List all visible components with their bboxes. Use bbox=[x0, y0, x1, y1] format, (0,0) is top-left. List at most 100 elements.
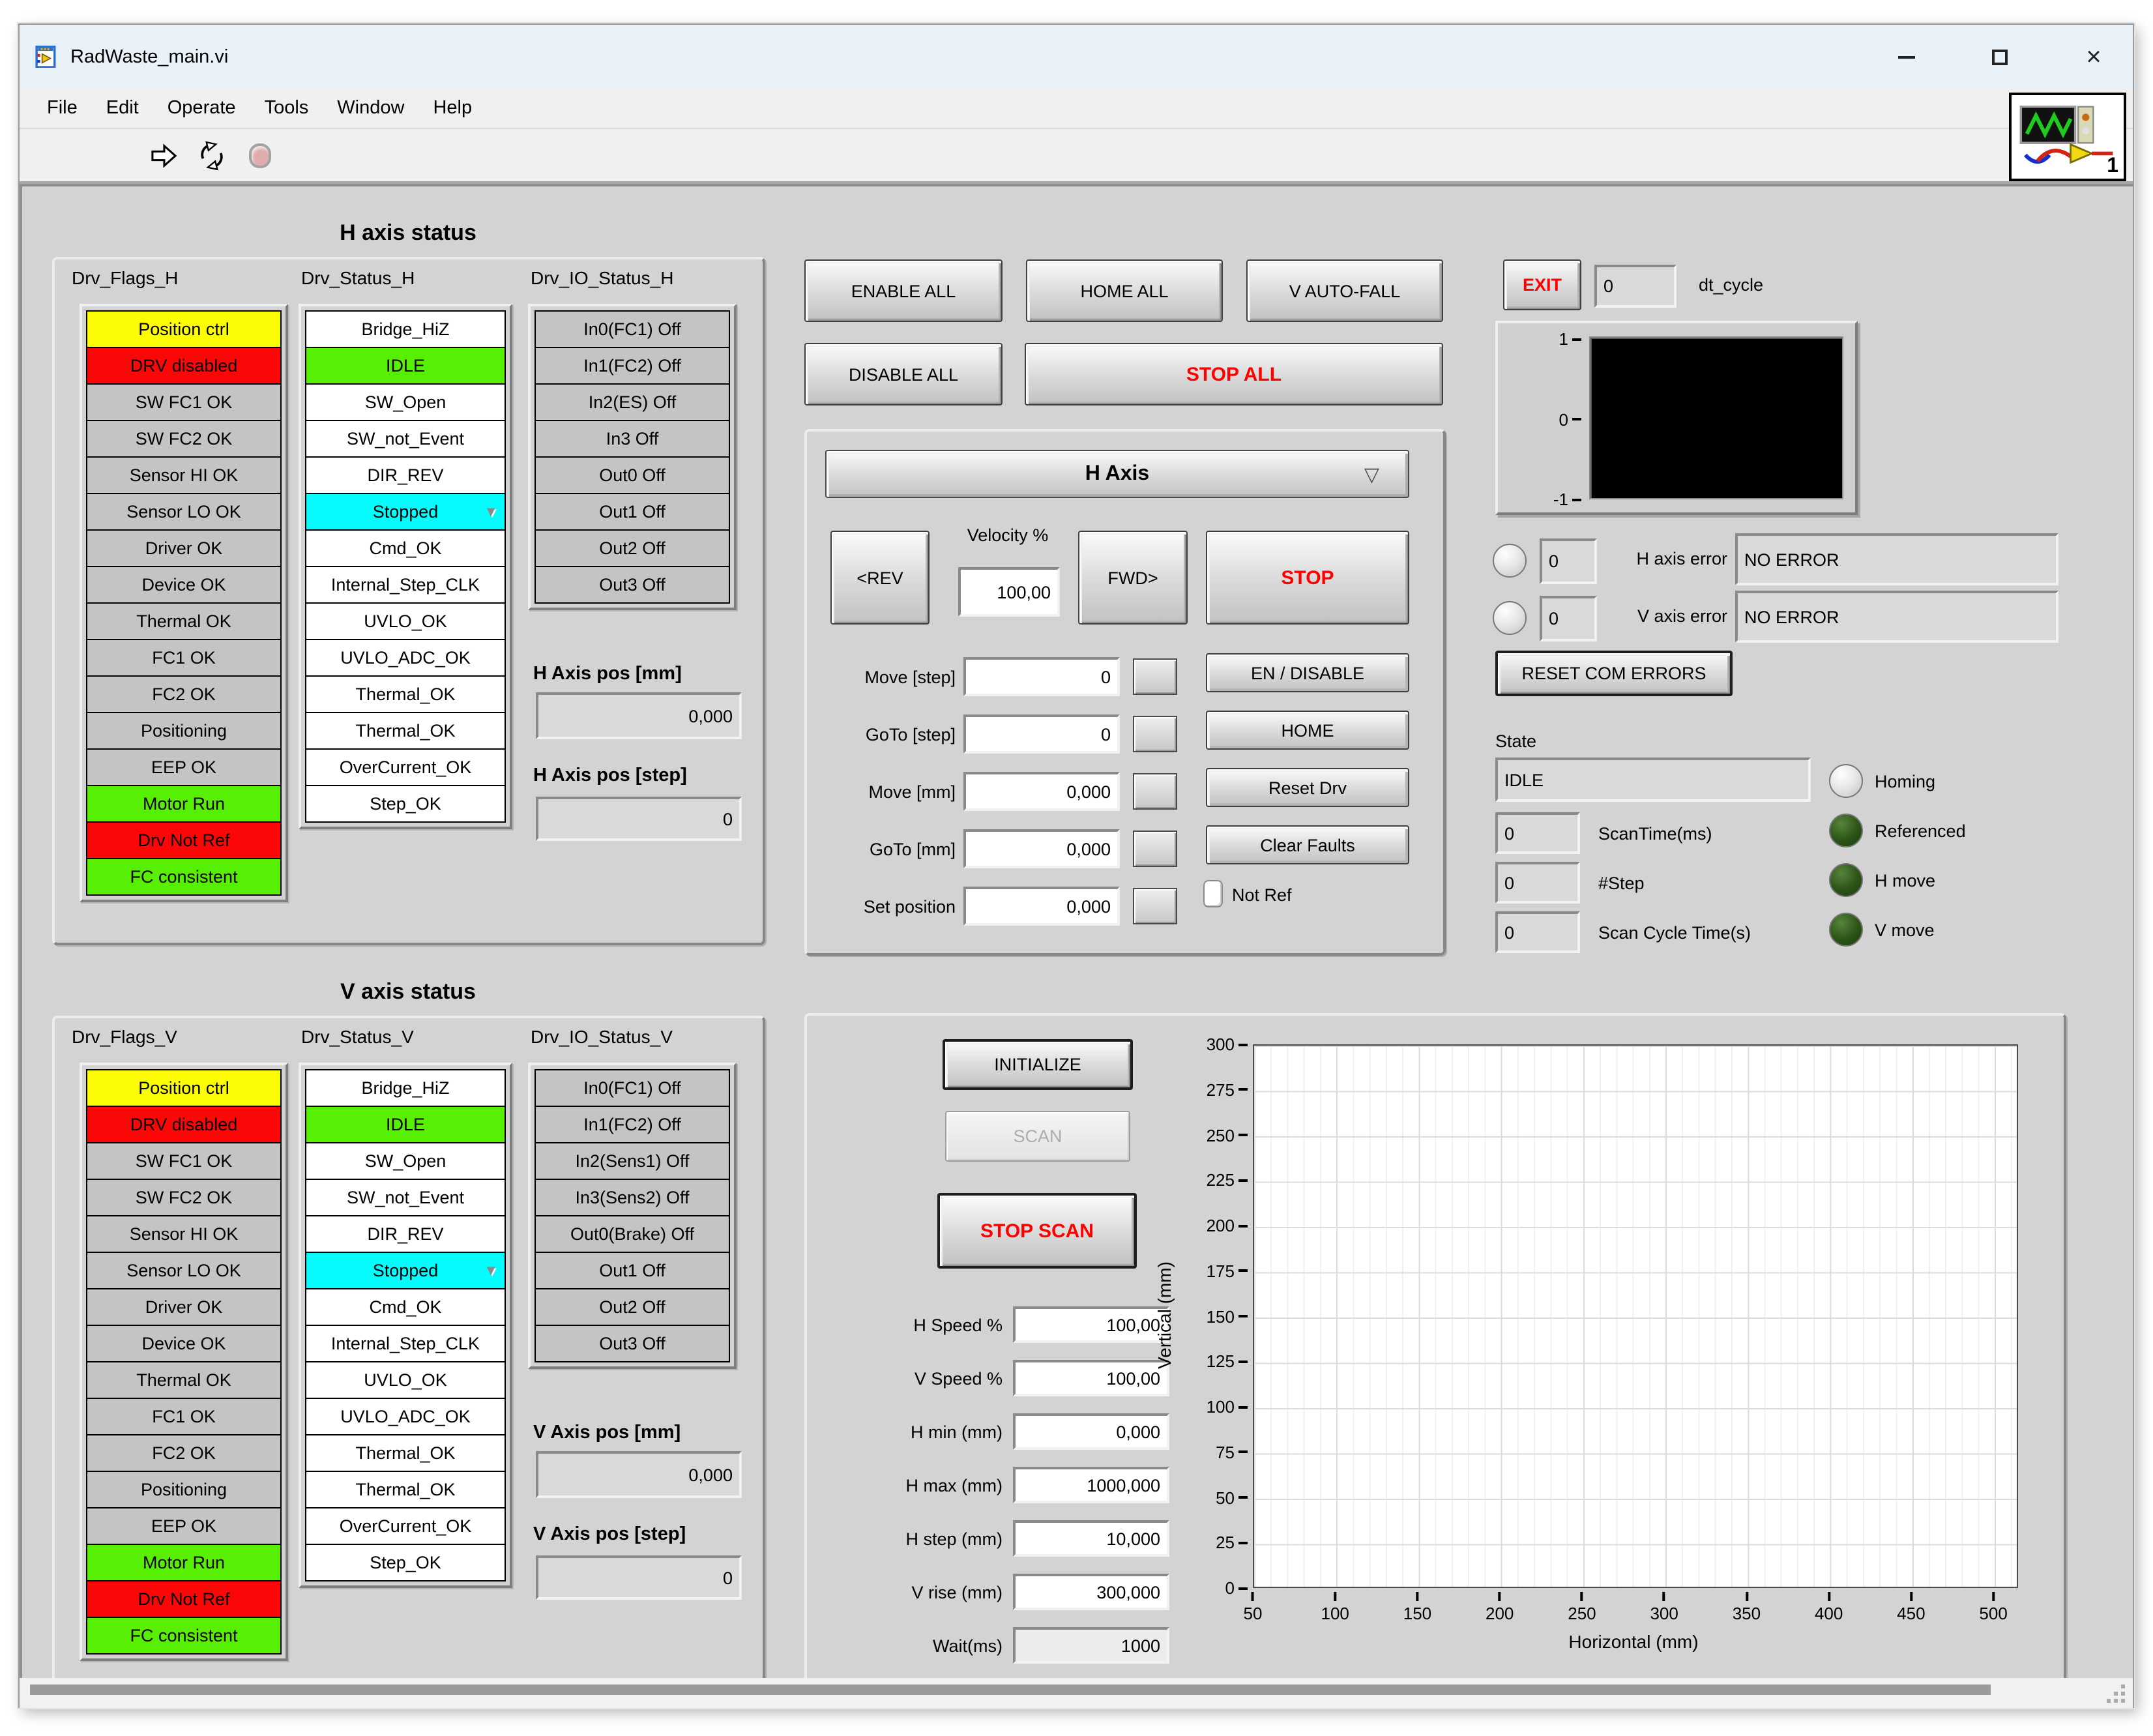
axis-action-buttons: EN / DISABLE HOME Reset Drv Clear Faults bbox=[1206, 653, 1409, 883]
run-continuously-button[interactable] bbox=[196, 141, 228, 171]
apply-button[interactable] bbox=[1133, 658, 1177, 695]
move-row-label: GoTo [step] bbox=[865, 724, 956, 744]
param-row: V Speed % 100,00 bbox=[810, 1360, 1169, 1396]
abort-button[interactable] bbox=[249, 143, 271, 168]
io-item: Out0(Brake) Off bbox=[535, 1215, 730, 1253]
move-value-field[interactable]: 0,000 bbox=[963, 772, 1120, 811]
apply-button[interactable] bbox=[1133, 831, 1177, 867]
axis-selector[interactable]: H Axis ▽ bbox=[825, 450, 1409, 498]
param-value-field[interactable]: 300,000 bbox=[1013, 1574, 1169, 1610]
axis-selector-value: H Axis bbox=[1085, 462, 1150, 484]
v-pos-step-label: V Axis pos [step] bbox=[533, 1524, 686, 1545]
apply-button[interactable] bbox=[1133, 773, 1177, 810]
y-tick-label: 225 bbox=[1207, 1172, 1248, 1189]
flag-item-label: Positioning bbox=[140, 1480, 227, 1499]
flag-item-label: SW FC2 OK bbox=[135, 429, 233, 449]
y-tick-label: 1 bbox=[1559, 331, 1581, 347]
minimize-button[interactable] bbox=[1877, 36, 1935, 78]
menu-item[interactable]: Window bbox=[323, 98, 418, 119]
status-item: Bridge_HiZ▼ bbox=[305, 310, 506, 348]
dt-cycle-chart-y-axis: 1 0 -1 bbox=[1540, 331, 1581, 508]
flag-item-label: SW FC2 OK bbox=[135, 1188, 233, 1207]
maximize-button[interactable] bbox=[1971, 36, 2029, 78]
io-item-label: In1(FC2) Off bbox=[583, 356, 681, 375]
reset-com-errors-button[interactable]: RESET COM ERRORS bbox=[1495, 651, 1733, 696]
axis-action-button[interactable]: EN / DISABLE bbox=[1206, 653, 1409, 692]
led-row: Referenced bbox=[1829, 812, 1966, 849]
axis-action-button[interactable]: HOME bbox=[1206, 711, 1409, 750]
h-axis-section-title: H axis status bbox=[340, 220, 476, 245]
counter-value-field: 0 bbox=[1495, 862, 1580, 904]
flag-item: Positioning bbox=[86, 712, 282, 750]
xy-graph-x-title: Horizontal (mm) bbox=[1568, 1631, 1699, 1652]
axis-action-button-label: EN / DISABLE bbox=[1250, 663, 1365, 683]
resize-grip-icon[interactable] bbox=[2104, 1682, 2125, 1703]
stop-all-button[interactable]: STOP ALL bbox=[1025, 343, 1443, 405]
velocity-field[interactable]: 100,00 bbox=[958, 567, 1060, 617]
menu-bar: File Edit Operate Tools Window Help bbox=[20, 89, 2133, 129]
move-value-field[interactable]: 0,000 bbox=[963, 887, 1120, 926]
x-tick-label: 100 bbox=[1321, 1592, 1349, 1623]
stop-button[interactable]: STOP bbox=[1206, 531, 1409, 625]
axis-action-button[interactable]: Reset Drv bbox=[1206, 768, 1409, 807]
param-value-field[interactable]: 1000 bbox=[1013, 1627, 1169, 1664]
stop-scan-button[interactable]: STOP SCAN bbox=[937, 1193, 1137, 1269]
enable-all-button[interactable]: ENABLE ALL bbox=[804, 259, 1003, 322]
v-auto-fall-button[interactable]: V AUTO-FALL bbox=[1246, 259, 1443, 322]
status-item[interactable]: Stopped ▼ bbox=[305, 493, 506, 531]
status-item-label: SW_Open bbox=[364, 392, 447, 412]
status-item-label: Stopped bbox=[372, 502, 439, 522]
param-value-field[interactable]: 10,000 bbox=[1013, 1520, 1169, 1557]
menu-item[interactable]: Help bbox=[418, 98, 486, 119]
move-value-field[interactable]: 0,000 bbox=[963, 829, 1120, 868]
home-all-button[interactable]: HOME ALL bbox=[1026, 259, 1223, 322]
close-icon: × bbox=[2086, 42, 2102, 71]
move-value-field[interactable]: 0 bbox=[963, 657, 1120, 696]
param-value-field[interactable]: 0,000 bbox=[1013, 1413, 1169, 1450]
flag-item-label: Thermal OK bbox=[136, 611, 231, 631]
vi-badge-icon bbox=[2019, 106, 2113, 164]
status-item-label: UVLO_OK bbox=[364, 1370, 447, 1390]
param-value-field[interactable]: 1000,000 bbox=[1013, 1467, 1169, 1503]
apply-button[interactable] bbox=[1133, 716, 1177, 752]
status-item-label: Bridge_HiZ bbox=[361, 1078, 450, 1098]
flag-item-label: Motor Run bbox=[142, 1553, 226, 1572]
param-value-field[interactable]: 100,00 bbox=[1013, 1360, 1169, 1396]
close-button[interactable]: × bbox=[2065, 36, 2122, 78]
status-item-label: UVLO_OK bbox=[364, 611, 447, 631]
exit-button[interactable]: EXIT bbox=[1503, 259, 1581, 310]
x-tick-label: 350 bbox=[1733, 1592, 1761, 1623]
h-flags-label: Drv_Flags_H bbox=[72, 267, 179, 288]
disable-all-button[interactable]: DISABLE ALL bbox=[804, 343, 1003, 405]
flag-item: Thermal OK bbox=[86, 1361, 282, 1399]
menu-item[interactable]: Tools bbox=[250, 98, 323, 119]
fwd-button[interactable]: FWD> bbox=[1078, 531, 1188, 625]
move-value-field[interactable]: 0 bbox=[963, 714, 1120, 754]
status-item-label: Thermal_OK bbox=[355, 721, 456, 741]
x-tick-label: 300 bbox=[1650, 1592, 1678, 1623]
flag-item: Motor Run bbox=[86, 785, 282, 823]
vi-icon-badge: 1 bbox=[2009, 93, 2126, 181]
apply-button[interactable] bbox=[1133, 888, 1177, 924]
param-value-field[interactable]: 100,00 bbox=[1013, 1306, 1169, 1343]
axis-action-button[interactable]: Clear Faults bbox=[1206, 825, 1409, 864]
flag-item-label: DRV disabled bbox=[130, 1115, 238, 1134]
not-ref-checkbox[interactable] bbox=[1203, 880, 1223, 907]
v-pos-step-field: 0 bbox=[536, 1555, 742, 1600]
scan-button[interactable]: SCAN bbox=[945, 1111, 1130, 1162]
run-button[interactable] bbox=[150, 143, 177, 168]
rev-button[interactable]: <REV bbox=[830, 531, 930, 625]
menu-item[interactable]: File bbox=[33, 98, 92, 119]
status-item-label: UVLO_ADC_OK bbox=[340, 1407, 471, 1426]
horizontal-scrollbar[interactable] bbox=[30, 1685, 1991, 1695]
initialize-button[interactable]: INITIALIZE bbox=[943, 1039, 1133, 1090]
velocity-label: Velocity % bbox=[967, 525, 1049, 545]
flag-item: Sensor LO OK bbox=[86, 1252, 282, 1289]
led-icon bbox=[1829, 863, 1863, 897]
menu-item[interactable]: Operate bbox=[153, 98, 250, 119]
status-item[interactable]: Stopped ▼ bbox=[305, 1252, 506, 1289]
io-item: In3(Sens2) Off bbox=[535, 1179, 730, 1216]
counter-label: Scan Cycle Time(s) bbox=[1598, 922, 1751, 942]
menu-item[interactable]: Edit bbox=[92, 98, 153, 119]
app-window: RadWaste_main.vi × File Edit Operate Tools W… bbox=[18, 23, 2134, 1708]
